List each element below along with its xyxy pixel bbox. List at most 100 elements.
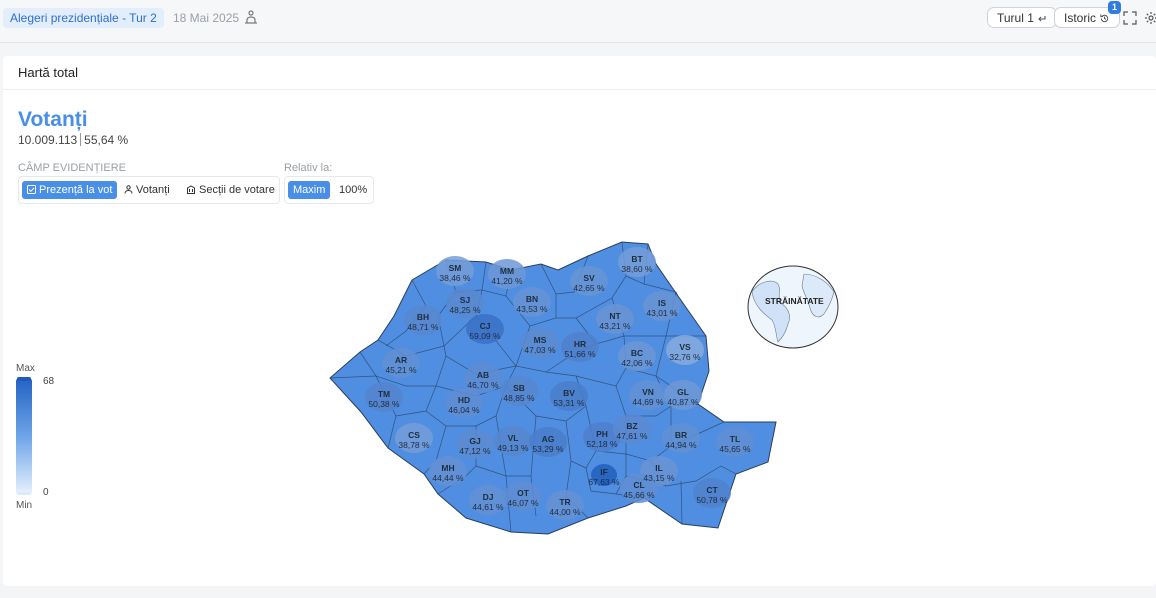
county-value-tm: 50,38 % — [368, 399, 400, 409]
legend-max-marker — [17, 377, 31, 381]
county-value-ab: 46,70 % — [467, 380, 499, 390]
county-value-hd: 46,04 % — [448, 405, 480, 415]
metric-values: 10.009.113 55,64 % — [18, 133, 128, 147]
person-icon — [124, 185, 133, 194]
county-value-gl: 40,87 % — [667, 397, 699, 407]
legend-min-value: 0 — [43, 487, 49, 498]
metric-title: Votanți — [18, 108, 88, 131]
county-code-cl: CL — [633, 480, 644, 490]
legend-max-label: Max — [16, 363, 35, 374]
legend-min-marker — [17, 492, 31, 495]
county-code-vl: VL — [508, 433, 519, 443]
county-value-nt: 43,21 % — [599, 321, 631, 331]
round-1-button[interactable]: Turul 1 — [987, 7, 1057, 28]
county-value-hr: 51,66 % — [564, 349, 596, 359]
county-code-sb: SB — [513, 383, 525, 393]
election-date: 18 Mai 2025 — [173, 11, 240, 25]
county-value-if: 67,63 % — [588, 477, 620, 487]
county-code-bt: BT — [631, 254, 643, 264]
county-value-tl: 45,65 % — [719, 444, 751, 454]
fullscreen-icon[interactable] — [1123, 11, 1137, 25]
county-code-bc: BC — [631, 348, 643, 358]
option-polling-stations-label: Secții de votare — [199, 184, 275, 196]
county-value-vl: 49,13 % — [497, 443, 529, 453]
relative-max[interactable]: Maxim — [288, 181, 331, 199]
county-value-mm: 41,20 % — [491, 276, 523, 286]
county-value-vn: 44,69 % — [632, 397, 664, 407]
option-polling-stations[interactable]: Secții de votare — [181, 181, 280, 199]
county-value-ms: 47,03 % — [524, 345, 556, 355]
county-value-sb: 48,85 % — [503, 393, 535, 403]
history-badge: 1 — [1108, 1, 1121, 14]
county-code-cs: CS — [408, 430, 420, 440]
highlight-field-selector: Prezență la vot Votanți Secții de votare — [18, 176, 280, 204]
county-value-ot: 46,07 % — [507, 498, 539, 508]
county-value-cj: 59,09 % — [469, 331, 501, 341]
county-code-sm: SM — [449, 263, 462, 273]
county-code-gl: GL — [677, 387, 689, 397]
history-label: Istoric — [1064, 11, 1097, 25]
county-value-mh: 44,44 % — [432, 473, 464, 483]
county-code-hr: HR — [574, 339, 586, 349]
legend-max-value: 68 — [43, 376, 55, 387]
county-value-bn: 43,53 % — [516, 304, 548, 314]
voters-count: 10.009.113 — [18, 133, 78, 147]
county-code-ab: AB — [477, 370, 489, 380]
return-icon — [1038, 16, 1046, 22]
county-code-hd: HD — [458, 395, 470, 405]
county-value-is: 43,01 % — [646, 308, 678, 318]
county-value-gj: 47,12 % — [459, 446, 491, 456]
county-value-ar: 45,21 % — [385, 365, 417, 375]
abroad-label: STRĂINĂTATE — [765, 296, 824, 306]
county-code-gj: GJ — [469, 436, 481, 446]
relative-selector: Maxim 100% — [284, 176, 374, 204]
option-voters[interactable]: Votanți — [119, 181, 175, 199]
county-value-il: 43,15 % — [643, 473, 675, 483]
county-code-cj: CJ — [480, 321, 491, 331]
county-value-bh: 48,71 % — [407, 322, 439, 332]
share-icon[interactable] — [243, 9, 259, 25]
county-code-ph: PH — [596, 429, 608, 439]
county-code-sj: SJ — [460, 295, 471, 305]
county-value-vs: 32,76 % — [669, 352, 701, 362]
county-code-tr: TR — [559, 497, 570, 507]
county-code-tm: TM — [378, 389, 390, 399]
county-value-bt: 38,60 % — [621, 264, 653, 274]
county-code-ot: OT — [517, 488, 530, 498]
county-code-il: IL — [655, 463, 663, 473]
county-code-is: IS — [658, 298, 666, 308]
county-code-vn: VN — [642, 387, 654, 397]
history-icon — [1100, 14, 1109, 23]
election-selector[interactable]: Alegeri prezidențiale - Tur 2 — [3, 8, 164, 28]
top-bar: Alegeri prezidențiale - Tur 2 18 Mai 202… — [0, 0, 1156, 43]
county-value-sv: 42,65 % — [573, 283, 605, 293]
county-code-bh: BH — [417, 312, 429, 322]
voters-percent: 55,64 % — [84, 133, 129, 147]
round-1-label: Turul 1 — [997, 11, 1034, 25]
legend-color-bar — [16, 379, 32, 494]
romania-county-map[interactable]: SM38,46 %MM41,20 % SV42,65 %BT38,60 %SJ48… — [326, 236, 781, 536]
county-code-bz: BZ — [626, 421, 637, 431]
county-code-mh: MH — [441, 463, 454, 473]
value-separator — [80, 133, 82, 146]
county-code-br: BR — [675, 430, 687, 440]
option-voters-label: Votanți — [136, 184, 170, 196]
option-turnout[interactable]: Prezență la vot — [22, 181, 118, 199]
county-code-ct: CT — [706, 485, 718, 495]
gear-icon[interactable] — [1144, 11, 1156, 25]
county-code-bn: BN — [526, 294, 538, 304]
relative-to-label: Relativ la: — [284, 162, 333, 174]
county-code-sv: SV — [583, 273, 595, 283]
legend-min-label: Min — [16, 500, 33, 511]
highlight-field-label: CÂMP EVIDENȚIERE — [18, 162, 126, 174]
relative-100[interactable]: 100% — [334, 181, 372, 199]
county-value-cl: 45,66 % — [623, 490, 655, 500]
option-turnout-label: Prezență la vot — [39, 184, 113, 196]
county-value-bz: 47,61 % — [616, 431, 648, 441]
county-code-ag: AG — [542, 434, 555, 444]
abroad-globe[interactable] — [746, 264, 840, 350]
county-code-mm: MM — [500, 266, 514, 276]
county-code-tl: TL — [730, 434, 740, 444]
checkbox-icon — [27, 185, 36, 194]
county-code-ms: MS — [534, 335, 547, 345]
